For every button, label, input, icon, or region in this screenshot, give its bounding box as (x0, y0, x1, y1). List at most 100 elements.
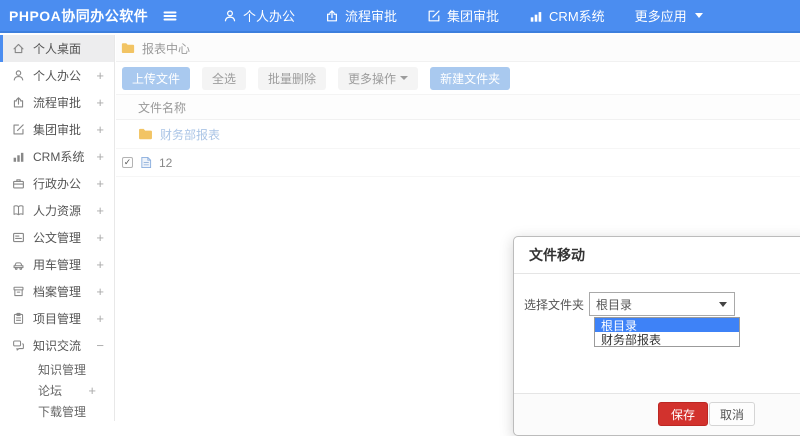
sidebar-item-label: 人力资源 (33, 204, 82, 218)
sidebar-item-label: 流程审批 (33, 96, 82, 110)
sidebar-item-label: 个人办公 (33, 69, 82, 83)
select-caret-icon (719, 302, 727, 307)
cancel-button[interactable]: 取消 (709, 402, 756, 426)
folder-name-link[interactable]: 财务部报表 (160, 126, 220, 143)
sidebar-item-label: 用车管理 (33, 258, 82, 272)
process-icon (12, 96, 25, 109)
process-icon (325, 9, 339, 23)
sidebar-item-label: 项目管理 (33, 312, 82, 326)
sidebar-item-archive-mgmt[interactable]: 档案管理 + (0, 278, 114, 305)
sidebar-subitem-label: 论坛 (38, 384, 63, 398)
row-checkbox[interactable]: ✓ (122, 157, 133, 168)
sidebar-subitem-knowledge-mgmt[interactable]: 知识管理 (0, 359, 114, 380)
expand-plus[interactable]: + (96, 311, 104, 326)
upload-file-button[interactable]: 上传文件 (122, 66, 191, 90)
briefcase-icon (12, 177, 25, 190)
select-all-button[interactable]: 全选 (202, 66, 247, 90)
sidebar-subitem-download-mgmt[interactable]: 下载管理 (0, 401, 114, 422)
home-icon (12, 42, 25, 55)
expand-plus[interactable]: + (96, 230, 104, 245)
more-actions-label: 更多操作 (348, 71, 397, 86)
nav-item-more-apps[interactable]: 更多应用 (620, 0, 718, 32)
expand-plus[interactable]: + (96, 284, 104, 299)
expand-plus[interactable]: + (96, 122, 104, 137)
sidebar-item-vehicle-mgmt[interactable]: 用车管理 + (0, 251, 114, 278)
folder-select-dropdown: 根目录 财务部报表 (594, 317, 740, 347)
sidebar-item-group-approval[interactable]: 集团审批 + (0, 116, 114, 143)
sidebar-item-hr[interactable]: 人力资源 + (0, 197, 114, 224)
expand-plus[interactable]: + (96, 149, 104, 164)
nav-item-label: 更多应用 (634, 9, 687, 24)
nav-item-workflow-approval[interactable]: 流程审批 (310, 0, 412, 32)
nav-item-label: 流程审批 (345, 9, 398, 24)
sidebar-item-crm[interactable]: CRM系统 + (0, 143, 114, 170)
sidebar-subitem-forum[interactable]: 论坛 + (0, 380, 114, 401)
breadcrumb: 报表中心 (116, 35, 800, 62)
folder-select-row: 选择文件夹 根目录 (514, 292, 735, 316)
sidebar-item-label: 集团审批 (33, 123, 82, 137)
batch-delete-button[interactable]: 批量删除 (258, 66, 327, 90)
sidebar-item-project-mgmt[interactable]: 项目管理 + (0, 305, 114, 332)
edit-square-icon (12, 123, 25, 136)
move-file-dialog: 文件移动 选择文件夹 根目录 根目录 财务部报表 保存 取消 (513, 236, 800, 436)
hamburger-icon (162, 8, 178, 24)
nav-item-crm[interactable]: CRM系统 (514, 0, 620, 32)
nav-item-group-approval[interactable]: 集团审批 (412, 0, 514, 32)
table-header: 文件名称 (116, 94, 800, 120)
dialog-header: 文件移动 (514, 237, 800, 274)
expand-plus[interactable]: + (96, 257, 104, 272)
expand-plus[interactable]: + (96, 176, 104, 191)
sidebar-item-label: 个人桌面 (33, 42, 82, 56)
dialog-body: 选择文件夹 根目录 根目录 财务部报表 (514, 274, 800, 386)
sidebar-item-personal-office[interactable]: 个人办公 + (0, 62, 114, 89)
sidebar-item-personal-desktop[interactable]: 个人桌面 (0, 35, 114, 62)
book-icon (12, 204, 25, 217)
collapse-minus[interactable]: − (96, 338, 104, 353)
nav-item-label: 集团审批 (447, 9, 500, 24)
sidebar-subitem-label: 下载管理 (38, 405, 87, 419)
sidebar-item-admin-office[interactable]: 行政办公 + (0, 170, 114, 197)
user-icon (223, 9, 237, 23)
save-button[interactable]: 保存 (658, 402, 709, 426)
nav-item-label: CRM系统 (549, 9, 605, 24)
expand-plus[interactable]: + (88, 383, 96, 398)
expand-plus[interactable]: + (96, 68, 104, 83)
dialog-title: 文件移动 (529, 247, 585, 263)
sidebar-item-label: CRM系统 (33, 150, 85, 164)
folder-select[interactable]: 根目录 (589, 292, 735, 316)
folder-select-label: 选择文件夹 (523, 297, 584, 312)
select-option-finance-reports[interactable]: 财务部报表 (595, 332, 739, 347)
bar-chart-icon (529, 9, 543, 23)
check-icon: ✓ (123, 157, 132, 167)
new-folder-button[interactable]: 新建文件夹 (430, 66, 511, 90)
nav-item-label: 个人办公 (243, 9, 296, 24)
nav-item-personal-office[interactable]: 个人办公 (208, 0, 310, 32)
car-icon (12, 258, 25, 271)
expand-plus[interactable]: + (96, 203, 104, 218)
bar-chart-icon (12, 150, 25, 163)
sidebar-item-label: 知识交流 (33, 339, 82, 353)
more-actions-button[interactable]: 更多操作 (338, 66, 419, 90)
sidebar-item-knowledge-exchange[interactable]: 知识交流 − (0, 332, 114, 359)
column-header-filename: 文件名称 (138, 100, 187, 115)
sidebar-item-document-mgmt[interactable]: 公文管理 + (0, 224, 114, 251)
table-row-file[interactable]: ✓ 12 (116, 149, 800, 177)
caret-down-icon (400, 76, 409, 80)
file-name: 12 (159, 155, 173, 170)
table-row-folder[interactable]: 财务部报表 (116, 120, 800, 149)
folder-select-value: 根目录 (596, 297, 633, 312)
doc-card-icon (12, 231, 25, 244)
sidebar-subitem-label: 知识管理 (38, 363, 87, 377)
edit-square-icon (427, 9, 441, 23)
clipboard-icon (12, 312, 25, 325)
dialog-footer: 保存 取消 (514, 393, 800, 435)
sidebar-item-label: 公文管理 (33, 231, 82, 245)
expand-plus[interactable]: + (96, 95, 104, 110)
sidebar-item-workflow-approval[interactable]: 流程审批 + (0, 89, 114, 116)
file-icon (140, 156, 152, 169)
menu-toggle-button[interactable] (150, 8, 190, 24)
sidebar: 个人桌面 个人办公 + 流程审批 + 集团审批 + CRM系统 + 行政办公 + (0, 35, 115, 421)
chat-icon (12, 339, 25, 352)
top-navbar: PHPOA协同办公软件 个人办公 流程审批 集团审批 CRM系统 更多应用 (0, 0, 800, 33)
toolbar: 上传文件 全选 批量删除 更多操作 新建文件夹 (116, 62, 800, 94)
